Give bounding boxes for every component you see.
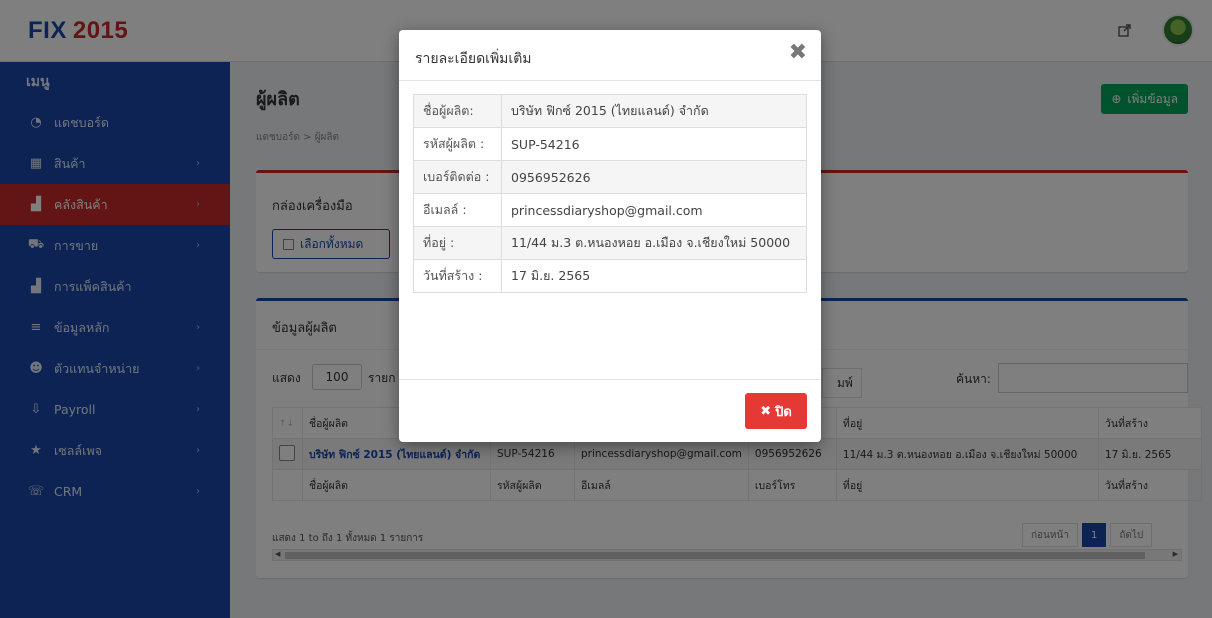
details-table: ชื่อผู้ผลิต: บริษัท ฟิกซ์ 2015 (ไทยแลนด์… <box>413 94 807 293</box>
detail-row-created: วันที่สร้าง : 17 มิ.ย. 2565 <box>413 259 807 293</box>
detail-value: 17 มิ.ย. 2565 <box>501 259 807 293</box>
x-icon: ✖ <box>760 403 772 419</box>
close-button[interactable]: ✖ ปิด <box>745 393 807 429</box>
divider <box>399 80 821 81</box>
detail-key: วันที่สร้าง : <box>413 259 502 293</box>
detail-row-code: รหัสผู้ผลิต : SUP-54216 <box>413 127 807 161</box>
modal-title: รายละเอียดเพิ่มเติม <box>415 51 532 67</box>
detail-key: อีเมลล์ : <box>413 193 502 227</box>
detail-row-email: อีเมลล์ : princessdiaryshop@gmail.com <box>413 193 807 227</box>
detail-key: ชื่อผู้ผลิต: <box>413 94 502 128</box>
close-icon[interactable]: ✖ <box>789 42 807 64</box>
detail-value: 11/44 ม.3 ต.หนองหอย อ.เมือง จ.เชียงใหม่ … <box>501 226 807 260</box>
detail-row-address: ที่อยู่ : 11/44 ม.3 ต.หนองหอย อ.เมือง จ.… <box>413 226 807 260</box>
detail-row-name: ชื่อผู้ผลิต: บริษัท ฟิกซ์ 2015 (ไทยแลนด์… <box>413 94 807 128</box>
detail-value: บริษัท ฟิกซ์ 2015 (ไทยแลนด์) จำกัด <box>501 94 807 128</box>
detail-key: เบอร์ติดต่อ : <box>413 160 502 194</box>
detail-row-phone: เบอร์ติดต่อ : 0956952626 <box>413 160 807 194</box>
divider <box>399 379 821 380</box>
detail-value: 0956952626 <box>501 160 807 194</box>
detail-value: princessdiaryshop@gmail.com <box>501 193 807 227</box>
details-modal: รายละเอียดเพิ่มเติม ✖ ชื่อผู้ผลิต: บริษั… <box>399 30 821 442</box>
detail-key: รหัสผู้ผลิต : <box>413 127 502 161</box>
close-button-label: ปิด <box>775 404 792 420</box>
detail-value: SUP-54216 <box>501 127 807 161</box>
detail-key: ที่อยู่ : <box>413 226 502 260</box>
